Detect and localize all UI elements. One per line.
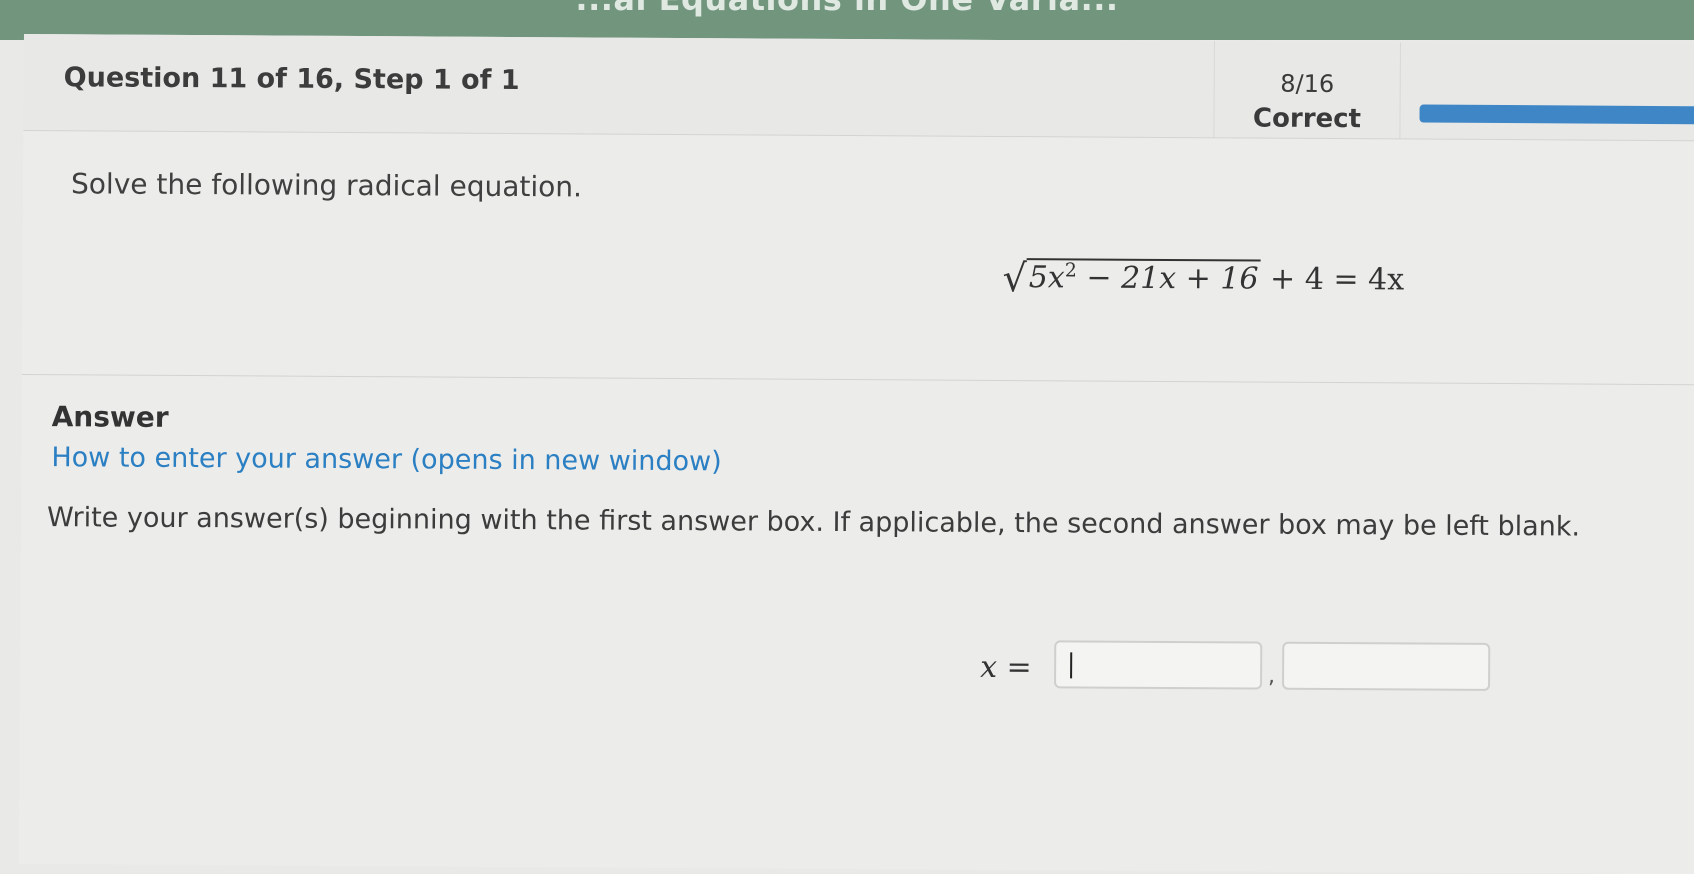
question-panel: Question 11 of 16, Step 1 of 1 8/16 Corr… [18,34,1694,874]
question-label: Question 11 of 16, Step 1 of 1 [63,62,520,97]
radicand: 5x2 − 21x + 16 [1026,258,1261,297]
variable-label: x = [980,649,1032,686]
radicand-coef: 5x [1028,260,1065,296]
score-label: Correct [1252,103,1362,135]
radicand-rest: − 21x + 16 [1076,260,1259,297]
radicand-exponent: 2 [1064,259,1077,282]
answer-box-1[interactable] [1054,640,1263,690]
progress-bar [1419,104,1694,125]
radical-equation: √5x2 − 21x + 16 + 4 = 4x [1002,252,1405,301]
help-link[interactable]: How to enter your answer (opens in new w… [51,442,721,477]
score-box: 8/16 Correct [1213,41,1401,139]
text-cursor [1070,652,1073,679]
equation-rest: + 4 = 4x [1260,261,1405,298]
question-header: Question 11 of 16, Step 1 of 1 8/16 Corr… [23,34,1694,142]
question-instruction: Solve the following radical equation. [70,167,583,204]
answer-separator: , [1268,663,1276,689]
score-count: 8/16 [1280,69,1335,99]
answer-box-2[interactable] [1282,641,1491,691]
radical-sign: √ [1002,255,1027,301]
answer-heading: Answer [51,400,169,434]
answer-instruction: Write your answer(s) beginning with the … [46,502,1581,543]
top-bar: ...al Equations in One Varia... [0,0,1694,40]
topic-title: ...al Equations in One Varia... [0,0,1694,18]
section-divider [21,373,1694,386]
